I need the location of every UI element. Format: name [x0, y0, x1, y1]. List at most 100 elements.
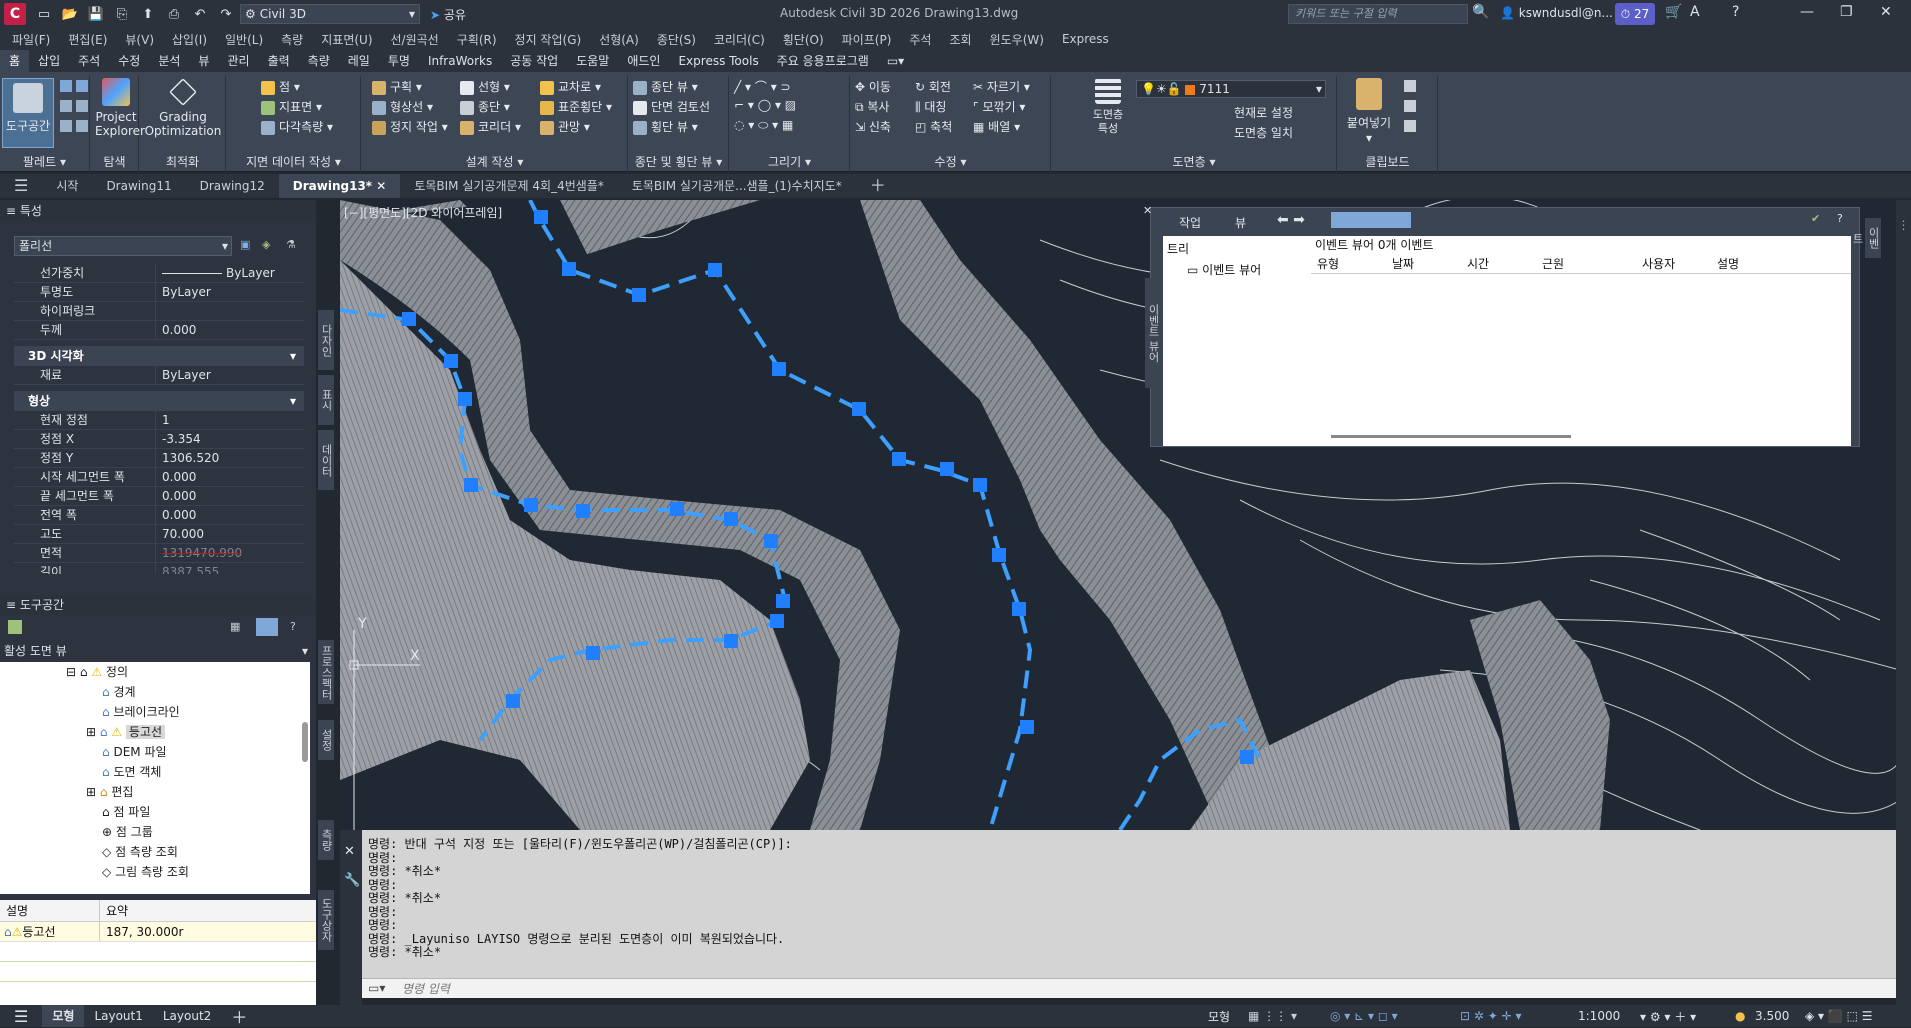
saveas-icon[interactable]: ⎘ — [112, 5, 132, 23]
ribbon-tab[interactable]: 뷰 — [189, 50, 218, 72]
tree-item[interactable]: ◇ 점 측량 조회 — [0, 842, 310, 862]
ribbon-tab[interactable]: 공동 작업 — [501, 50, 567, 72]
menu-item[interactable]: 윈도우(W) — [990, 31, 1044, 48]
properties-icon[interactable] — [60, 120, 72, 132]
ribbon-tab[interactable]: 출력 — [259, 50, 299, 72]
project-explorer-button[interactable]: Project Explorer — [95, 78, 145, 138]
side-tab-data[interactable]: 데이터 — [318, 430, 334, 490]
elevation-value[interactable]: 3.500 — [1755, 1009, 1789, 1023]
item-view-icon[interactable]: ▦ — [230, 620, 240, 633]
tree-item-selected[interactable]: ⊞ ⌂ ⚠ 등고선 — [0, 722, 310, 742]
help-icon[interactable]: ? — [290, 620, 296, 633]
fillet-button[interactable]: ⌜ 모깎기 ▾ — [973, 98, 1025, 115]
notification-badge[interactable]: ⏱ 27 — [1615, 3, 1655, 25]
select-objects-icon[interactable]: ◈ — [262, 238, 270, 251]
tool-palette-icon[interactable] — [76, 120, 88, 132]
help-icon[interactable]: ? — [1732, 4, 1739, 20]
tree-item[interactable]: ⊕ 점 그룹 — [0, 822, 310, 842]
layout-tab[interactable]: Layout1 — [84, 1009, 152, 1023]
intersection-button[interactable]: 교차로 ▾ — [540, 78, 601, 95]
section-view-button[interactable]: 횡단 뷰 ▾ — [633, 118, 698, 135]
search-input[interactable]: 키워드 또는 구절 입력 — [1288, 4, 1468, 24]
list-view-icon[interactable] — [256, 618, 278, 636]
quick-select-icon[interactable]: ⚗ — [286, 238, 296, 251]
side-tab-prospector[interactable]: 프로스펙터 — [318, 640, 334, 704]
ribbon-tab[interactable]: 레일 — [339, 50, 379, 72]
annotation-scale[interactable]: 1:1000 — [1578, 1009, 1620, 1023]
menu-item[interactable]: 편집(E) — [68, 31, 107, 48]
command-prompt-icon[interactable]: ▭▾ — [368, 981, 385, 995]
tree-item[interactable]: ◇ 그림 측량 조회 — [0, 862, 310, 882]
prop-row[interactable]: 끝 세그먼트 폭 0.000 — [14, 487, 304, 506]
rectangle-tool[interactable]: ◌ ▾ ⬭ ▾ ▦ — [734, 118, 793, 133]
menu-item[interactable]: 일반(L) — [225, 31, 263, 48]
section-geometry[interactable]: 형상 ▾ — [14, 391, 304, 411]
profile-button[interactable]: 종단 ▾ — [460, 98, 510, 115]
match-props-icon[interactable] — [1404, 120, 1416, 132]
doc-tab[interactable]: 토목BIM 실기공개문제 4회_4번샘플* — [400, 174, 618, 198]
ribbon-tab[interactable]: 관리 — [218, 50, 258, 72]
close-icon[interactable]: ✕ — [376, 179, 386, 193]
menu-item[interactable]: 측량 — [281, 31, 303, 48]
surfaces-button[interactable]: 지표면 ▾ — [261, 98, 322, 115]
ribbon-tab[interactable]: Express Tools — [669, 50, 767, 72]
menu-item[interactable]: 뷰(V) — [125, 31, 154, 48]
cart-icon[interactable]: 🛒 — [1665, 4, 1682, 20]
grading-optimization-button[interactable]: Grading Optimization — [142, 78, 224, 138]
doc-tab[interactable]: Drawing12 — [186, 174, 279, 198]
new-icon[interactable]: ▭ — [34, 5, 54, 23]
side-tab-toolbox[interactable]: 도구상자 — [318, 890, 334, 950]
polyline-tool[interactable]: ⌐ ▾ ◯ ▾ ▨ — [734, 98, 796, 112]
menu-item[interactable]: 선형(A) — [599, 31, 639, 48]
grading-button[interactable]: 정지 작업 ▾ — [372, 118, 448, 135]
prop-row[interactable]: 현재 정점 1 — [14, 411, 304, 430]
traverse-button[interactable]: 다각측량 ▾ — [261, 118, 333, 135]
side-tab-events[interactable]: 이벤트 — [1851, 218, 1881, 258]
doc-tab[interactable]: Drawing11 — [92, 174, 185, 198]
menu-item[interactable]: 주석 — [909, 31, 931, 48]
prop-row[interactable]: 재료 ByLayer — [14, 366, 304, 385]
panel-close-icon[interactable]: ✕ — [1143, 204, 1153, 217]
share-button[interactable]: ➤ 공유 — [430, 6, 466, 23]
layout-tab[interactable]: Layout2 — [153, 1009, 221, 1023]
menu-item[interactable]: Express — [1062, 32, 1109, 46]
new-layout-button[interactable]: ＋ — [221, 1004, 257, 1028]
side-tab-display[interactable]: 표시 — [318, 375, 334, 425]
prop-row[interactable]: 면적 1319470.990 — [14, 544, 304, 563]
prop-row[interactable]: 정점 Y 1306.520 — [14, 449, 304, 468]
parcel-button[interactable]: 구획 ▾ — [372, 78, 422, 95]
prop-row-elevation[interactable]: 고도 70.000 — [14, 525, 304, 544]
menu-item[interactable]: 선/원곡선 — [391, 31, 439, 48]
menu-item[interactable]: 횡단(O) — [783, 31, 824, 48]
osnap-icons[interactable]: ⊡ ✲ ✦ ✛ ▾ — [1460, 1009, 1522, 1023]
tree-item[interactable]: ⊞ ⌂ 편집 — [0, 782, 310, 802]
copy-clip-icon[interactable] — [1404, 80, 1416, 92]
trim-button[interactable]: ✂ 자르기 ▾ — [973, 78, 1030, 95]
feature-line-button[interactable]: 형상선 ▾ — [372, 98, 433, 115]
set-current-button[interactable]: 현재로 설정 — [1234, 104, 1293, 121]
profile-view-button[interactable]: 종단 뷰 ▾ — [633, 78, 698, 95]
active-drawing-view-select[interactable]: 활성 도면 뷰 ▾ — [0, 642, 316, 660]
viewport-controls[interactable]: [−][평면도][2D 와이어프레임] — [344, 204, 502, 221]
menu-item[interactable]: 구획(R) — [457, 31, 497, 48]
tree-item[interactable]: ⌂ 점 파일 — [0, 802, 310, 822]
toolbox-icon[interactable] — [76, 100, 88, 112]
minimize-button[interactable]: — — [1800, 4, 1814, 20]
hamburger-icon[interactable]: ☰ — [0, 1007, 42, 1026]
layer-properties-button[interactable]: 도면층 특성 — [1088, 78, 1128, 136]
prop-row[interactable]: 투명도 ByLayer — [14, 283, 304, 302]
prop-row[interactable]: 전역 폭 0.000 — [14, 506, 304, 525]
settings-icon[interactable] — [76, 80, 88, 92]
wrench-icon[interactable]: 🔧 — [340, 873, 362, 888]
ribbon-tab[interactable]: 주석 — [69, 50, 109, 72]
scale-dropdown-icon[interactable]: ▾ ⚙ ▾ ＋ ▾ — [1640, 1008, 1696, 1025]
toggle-pickadd-icon[interactable]: ▣ — [240, 238, 250, 251]
ribbon-tab[interactable]: 애드인 — [618, 50, 669, 72]
ribbon-tab[interactable]: InfraWorks — [419, 50, 501, 72]
sample-line-button[interactable]: 단면 검토선 — [633, 98, 710, 115]
save-icon[interactable]: 💾 — [86, 5, 106, 23]
copy-button[interactable]: ⧉ 복사 — [855, 98, 889, 115]
menu-item[interactable]: 종단(S) — [657, 31, 696, 48]
upload-icon[interactable]: ⬆ — [138, 5, 158, 23]
undo-icon[interactable]: ↶ — [190, 5, 210, 23]
